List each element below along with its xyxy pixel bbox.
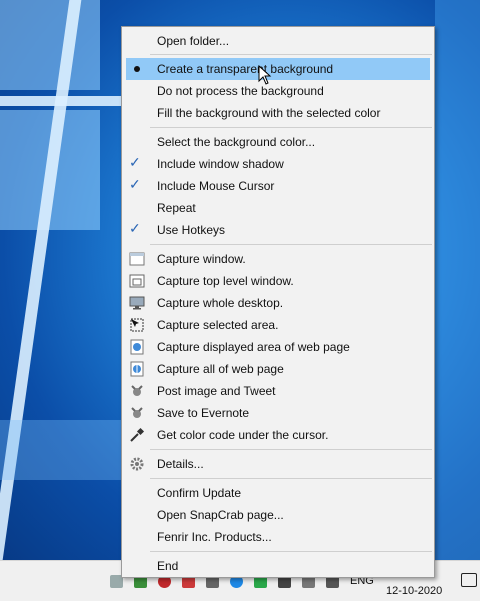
menu-item[interactable]: Save to Evernote (126, 402, 430, 424)
menu-item[interactable]: ✓ Include Mouse Cursor (126, 175, 430, 197)
menu-item-label: Post image and Tweet (157, 384, 276, 398)
menu-item[interactable]: Create a transparent background (126, 58, 430, 80)
menu-separator (150, 478, 432, 479)
context-menu: Open folder... Create a transparent backg… (121, 26, 435, 578)
clock-date[interactable]: 12-10-2020 (386, 585, 442, 597)
menu-separator (150, 449, 432, 450)
top-level-window-icon (129, 274, 145, 288)
menu-item[interactable]: Confirm Update (126, 482, 430, 504)
menu-item-label: Capture top level window. (157, 274, 294, 288)
eyedropper-icon (130, 427, 145, 442)
menu-item-label: Do not process the background (157, 84, 324, 98)
menu-separator (150, 244, 432, 245)
menu-item[interactable]: Fill the background with the selected co… (126, 102, 430, 124)
web-page-icon (130, 339, 144, 355)
mouse-cursor-icon (258, 64, 272, 90)
menu-item-label: Fill the background with the selected co… (157, 106, 381, 120)
gear-icon (130, 457, 144, 471)
crab-evernote-icon (131, 407, 143, 418)
menu-item[interactable]: Select the background color... (126, 131, 430, 153)
menu-item-label: Include Mouse Cursor (157, 179, 275, 193)
full-web-page-icon (130, 361, 144, 377)
menu-item[interactable]: ✓ Include window shadow (126, 153, 430, 175)
menu-item[interactable]: Capture top level window. (126, 270, 430, 292)
menu-item-label: Capture all of web page (157, 362, 284, 376)
menu-item-label: Fenrir Inc. Products... (157, 530, 272, 544)
menu-item-label: Confirm Update (157, 486, 242, 500)
menu-item-label: Save to Evernote (157, 406, 250, 420)
checkmark-icon: ✓ (129, 220, 141, 236)
menu-item[interactable]: Repeat (126, 197, 430, 219)
window-pane-glow (0, 0, 100, 90)
menu-item[interactable]: Capture displayed area of web page (126, 336, 430, 358)
menu-item-label: Include window shadow (157, 157, 284, 171)
menu-separator (150, 127, 432, 128)
menu-item[interactable]: Open folder... (126, 30, 430, 52)
window-frame-beam (0, 96, 121, 106)
menu-item[interactable]: Do not process the background (126, 80, 430, 102)
menu-item[interactable]: Details... (126, 453, 430, 475)
menu-item[interactable]: Post image and Tweet (126, 380, 430, 402)
menu-item[interactable]: Capture whole desktop. (126, 292, 430, 314)
desktop-monitor-icon (129, 296, 145, 310)
menu-item[interactable]: ✓ Use Hotkeys (126, 219, 430, 241)
notification-icon[interactable] (461, 573, 477, 587)
checkmark-icon: ✓ (129, 154, 141, 170)
menu-item[interactable]: Capture window. (126, 248, 430, 270)
menu-item-label: Capture selected area. (157, 318, 279, 332)
menu-item-label: Capture displayed area of web page (157, 340, 350, 354)
menu-item-label: Capture window. (157, 252, 246, 266)
menu-item-label: Details... (157, 457, 204, 471)
menu-item[interactable]: Get color code under the cursor. (126, 424, 430, 446)
menu-item[interactable]: Capture all of web page (126, 358, 430, 380)
menu-item[interactable]: End (126, 555, 430, 577)
menu-item-label: Get color code under the cursor. (157, 428, 329, 442)
window-pane-glow (0, 420, 121, 480)
checkmark-icon: ✓ (129, 176, 141, 192)
menu-separator (150, 54, 432, 55)
radio-dot-icon (134, 66, 140, 72)
menu-item-label: Open folder... (157, 34, 230, 48)
menu-item-label: Use Hotkeys (157, 223, 226, 237)
menu-item[interactable]: Capture selected area. (126, 314, 430, 336)
menu-item-label: Repeat (157, 201, 196, 215)
menu-item-label: End (157, 559, 179, 573)
menu-separator (150, 551, 432, 552)
selection-area-icon (130, 318, 144, 332)
window-icon (129, 252, 145, 266)
menu-item-label: Open SnapCrab page... (157, 508, 284, 522)
menu-item-label: Create a transparent background (157, 62, 334, 76)
menu-item-label: Capture whole desktop. (157, 296, 284, 310)
menu-item-label: Select the background color... (157, 135, 316, 149)
menu-item[interactable]: Fenrir Inc. Products... (126, 526, 430, 548)
crab-tweet-icon (131, 385, 143, 396)
menu-item[interactable]: Open SnapCrab page... (126, 504, 430, 526)
window-frame-beam (435, 0, 480, 560)
